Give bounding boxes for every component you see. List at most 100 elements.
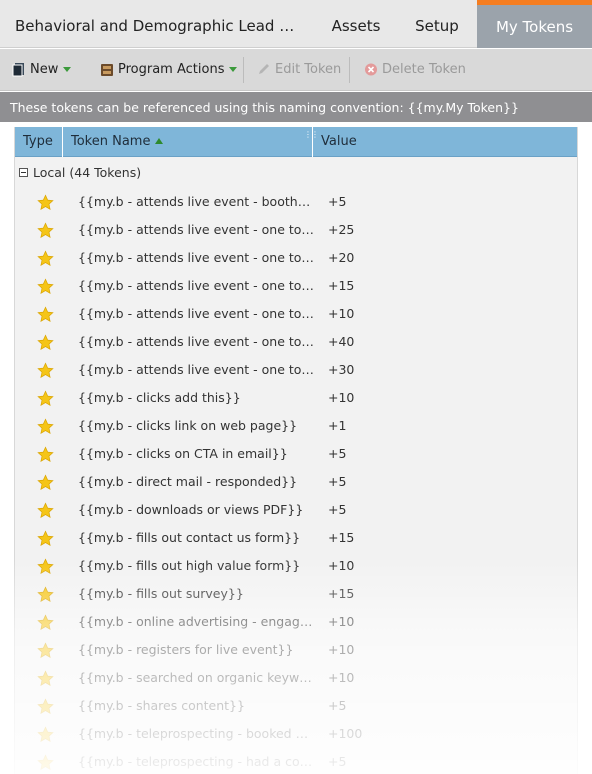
star-icon [37,305,54,322]
tab-setup[interactable]: Setup [400,0,474,48]
token-value-cell: +15 [328,530,355,545]
program-actions-icon [101,64,113,76]
table-row[interactable]: {{my.b - teleprospecting - had a convers… [15,748,577,774]
new-button[interactable]: New [12,49,72,91]
token-name-cell: {{my.b - clicks add this}} [78,390,241,405]
token-value-cell: +15 [328,586,355,601]
star-icon [37,753,54,770]
tokens-grid: Type Token Name ⋮⋮ Value Local (44 Token… [14,127,578,774]
column-header-type[interactable]: Type [15,127,62,157]
edit-token-button[interactable]: Edit Token [257,49,341,91]
collapse-icon[interactable] [19,168,28,177]
table-row[interactable]: {{my.b - clicks on CTA in email}} +5 [15,440,577,468]
star-icon [37,277,54,294]
tab-assets[interactable]: Assets [318,0,394,48]
token-value-cell: +10 [328,642,355,657]
token-value-cell: +25 [328,222,355,237]
table-row[interactable]: {{my.b - attends live event - one to man… [15,300,577,328]
table-row[interactable]: {{my.b - online advertising - engaged-do… [15,608,577,636]
table-row[interactable]: {{my.b - fills out contact us form}} +15 [15,524,577,552]
star-icon [37,697,54,714]
token-name-cell: {{my.b - attends live event - one to man… [78,278,314,293]
new-button-label: New [30,62,59,77]
star-icon [37,501,54,518]
token-value-cell: +5 [328,194,347,209]
token-value-cell: +5 [328,446,347,461]
token-name-cell: {{my.b - fills out contact us form}} [78,530,301,545]
token-name-cell: {{my.b - attends live event - one to one… [78,362,314,377]
star-icon [37,557,54,574]
token-name-cell: {{my.b - teleprospecting - booked a mee [78,726,314,741]
table-row[interactable]: {{my.b - attends live event - one to man… [15,272,577,300]
toolbar-divider [243,57,244,83]
token-name-cell: {{my.b - searched on organic keyword}} [78,670,314,685]
token-name-cell: {{my.b - online advertising - engaged-do [78,614,314,629]
token-name-cell: {{my.b - fills out high value form}} [78,558,301,573]
chevron-down-icon [229,67,238,72]
table-row[interactable]: {{my.b - searched on organic keyword}} +1… [15,664,577,692]
tab-my-tokens[interactable]: My Tokens [477,0,592,48]
token-value-cell: +5 [328,502,347,517]
table-row[interactable]: {{my.b - fills out high value form}} +10 [15,552,577,580]
token-value-cell: +5 [328,754,347,769]
token-name-cell: {{my.b - downloads or views PDF}} [78,502,304,517]
delete-icon [365,63,377,76]
table-row[interactable]: {{my.b - direct mail - responded}} +5 [15,468,577,496]
program-header: Behavioral and Demographic Lead Scoring … [0,0,592,48]
program-actions-button[interactable]: Program Actions [100,49,238,91]
column-header-value[interactable]: Value [312,127,577,157]
token-name-cell: {{my.b - clicks on CTA in email}} [78,446,288,461]
star-icon [37,193,54,210]
token-value-cell: +10 [328,614,355,629]
table-row[interactable]: {{my.b - downloads or views PDF}} +5 [15,496,577,524]
token-value-cell: +40 [328,334,355,349]
toolbar-divider [349,57,350,83]
token-name-cell: {{my.b - fills out survey}} [78,586,244,601]
token-value-cell: +30 [328,362,355,377]
group-label: Local (44 Tokens) [33,165,142,180]
table-row[interactable]: {{my.b - attends live event - one to one… [15,328,577,356]
token-name-cell: {{my.b - shares content}} [78,698,245,713]
table-row[interactable]: {{my.b - attends live event - one to few… [15,244,577,272]
new-document-icon [12,63,24,77]
star-icon [37,585,54,602]
token-name-cell: {{my.b - teleprospecting - had a convers [78,754,314,769]
table-row[interactable]: {{my.b - attends live event - booth visi… [15,188,577,216]
sort-ascending-icon [155,138,164,144]
token-value-cell: +10 [328,558,355,573]
token-value-cell: +100 [328,726,363,741]
star-icon [37,641,54,658]
column-header-token-name[interactable]: Token Name [62,127,312,157]
table-row[interactable]: {{my.b - teleprospecting - booked a mee +… [15,720,577,748]
star-icon [37,445,54,462]
table-row[interactable]: {{my.b - attends live event - one to few… [15,216,577,244]
group-row-local[interactable]: Local (44 Tokens) [15,161,577,185]
token-value-cell: +1 [328,418,347,433]
token-rows: {{my.b - attends live event - booth visi… [15,188,577,774]
token-name-cell: {{my.b - clicks link on web page}} [78,418,298,433]
star-icon [37,417,54,434]
star-icon [37,361,54,378]
token-name-cell: {{my.b - attends live event - booth visi… [78,194,314,209]
table-row[interactable]: {{my.b - clicks link on web page}} +1 [15,412,577,440]
token-name-cell: {{my.b - attends live event - one to man… [78,306,314,321]
token-name-cell: {{my.b - registers for live event}} [78,642,294,657]
token-name-cell: {{my.b - attends live event - one to one… [78,334,314,349]
token-value-cell: +10 [328,390,355,405]
table-row[interactable]: {{my.b - shares content}} +5 [15,692,577,720]
token-value-cell: +15 [328,278,355,293]
table-row[interactable]: {{my.b - registers for live event}} +10 [15,636,577,664]
program-actions-label: Program Actions [118,62,225,77]
table-row[interactable]: {{my.b - fills out survey}} +15 [15,580,577,608]
star-icon [37,249,54,266]
token-value-cell: +5 [328,474,347,489]
table-row[interactable]: {{my.b - clicks add this}} +10 [15,384,577,412]
table-row[interactable]: {{my.b - attends live event - one to one… [15,356,577,384]
star-icon [37,529,54,546]
token-value-cell: +10 [328,306,355,321]
delete-token-button[interactable]: Delete Token [364,49,466,91]
token-value-cell: +5 [328,698,347,713]
star-icon [37,613,54,630]
star-icon [37,333,54,350]
program-title: Behavioral and Demographic Lead Scoring [15,17,297,35]
